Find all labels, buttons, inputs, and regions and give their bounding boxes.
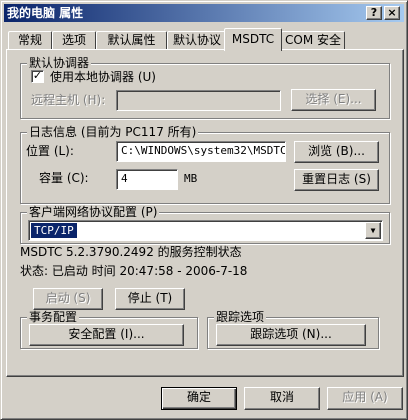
protocol-selected: TCP/IP [31,223,77,238]
coordinator-group: 默认协调器 ✓ 使用本地协调器 (U) 远程主机 (H): 选择 (E)... [20,56,390,119]
tracing-group-title: 跟踪选项 [214,310,267,324]
capacity-label: 容量 (C): [39,171,89,185]
remote-host-label: 远程主机 (H): [31,93,106,107]
close-button[interactable]: × [384,6,400,20]
location-field[interactable]: C:\WINDOWS\system32\MSDTC [116,141,286,162]
stop-button[interactable]: 停止 (T) [115,288,185,310]
protocol-dropdown[interactable]: TCP/IP ▼ [28,220,383,241]
ok-button[interactable]: 确定 [161,387,237,410]
status-text: 状态: 已启动 时间 20:47:58 - 2006-7-18 [20,264,248,278]
capacity-field[interactable]: 4 [116,169,178,190]
tab-general[interactable]: 常规 [8,31,52,50]
cancel-button[interactable]: 取消 [244,387,320,410]
tab-default-protocols[interactable]: 默认协议 [167,31,227,50]
log-group: 日志信息 (目前为 PC117 所有) 位置 (L): C:\WINDOWS\s… [20,125,390,204]
network-group-title: 客户端网络协议配置 (P) [27,205,160,219]
network-group: 客户端网络协议配置 (P) TCP/IP ▼ [20,205,390,244]
help-button[interactable]: ? [366,6,382,20]
location-label: 位置 (L): [26,144,74,158]
transaction-group: 事务配置 安全配置 (I)... [20,310,198,349]
apply-button[interactable]: 应用 (A) [327,387,403,410]
capacity-unit: MB [184,172,198,185]
tab-panel: 默认协调器 ✓ 使用本地协调器 (U) 远程主机 (H): 选择 (E)... … [6,49,404,377]
tab-com-security[interactable]: COM 安全 [281,31,345,50]
properties-dialog: 我的电脑 属性 ? × 常规 选项 默认属性 默认协议 MSDTC COM 安全… [0,0,408,420]
browse-button[interactable]: 浏览 (B)... [294,141,379,163]
status-title: MSDTC 5.2.3790.2492 的服务控制状态 [20,245,242,259]
tab-msdtc[interactable]: MSDTC [224,28,282,51]
use-local-label: 使用本地协调器 (U) [50,70,156,84]
log-group-title: 日志信息 (目前为 PC117 所有) [27,125,199,139]
tracing-group: 跟踪选项 跟踪选项 (N)... [207,310,379,349]
use-local-checkbox[interactable]: ✓ [31,70,44,83]
security-config-button[interactable]: 安全配置 (I)... [29,324,184,346]
title-bar[interactable]: 我的电脑 属性 ? × [4,4,404,22]
chevron-down-icon[interactable]: ▼ [365,222,381,239]
tab-options[interactable]: 选项 [52,31,96,50]
start-button[interactable]: 启动 (S) [33,288,103,310]
reset-log-button[interactable]: 重置日志 (S) [294,169,379,191]
select-button[interactable]: 选择 (E)... [291,89,376,111]
transaction-group-title: 事务配置 [27,310,80,324]
window-title: 我的电脑 属性 [7,6,84,20]
tracing-options-button[interactable]: 跟踪选项 (N)... [216,324,366,346]
coordinator-group-title: 默认协调器 [27,56,92,70]
remote-host-field[interactable] [116,90,281,111]
tab-default-properties[interactable]: 默认属性 [96,31,167,50]
status-group: MSDTC 5.2.3790.2492 的服务控制状态 状态: 已启动 时间 2… [20,245,390,310]
